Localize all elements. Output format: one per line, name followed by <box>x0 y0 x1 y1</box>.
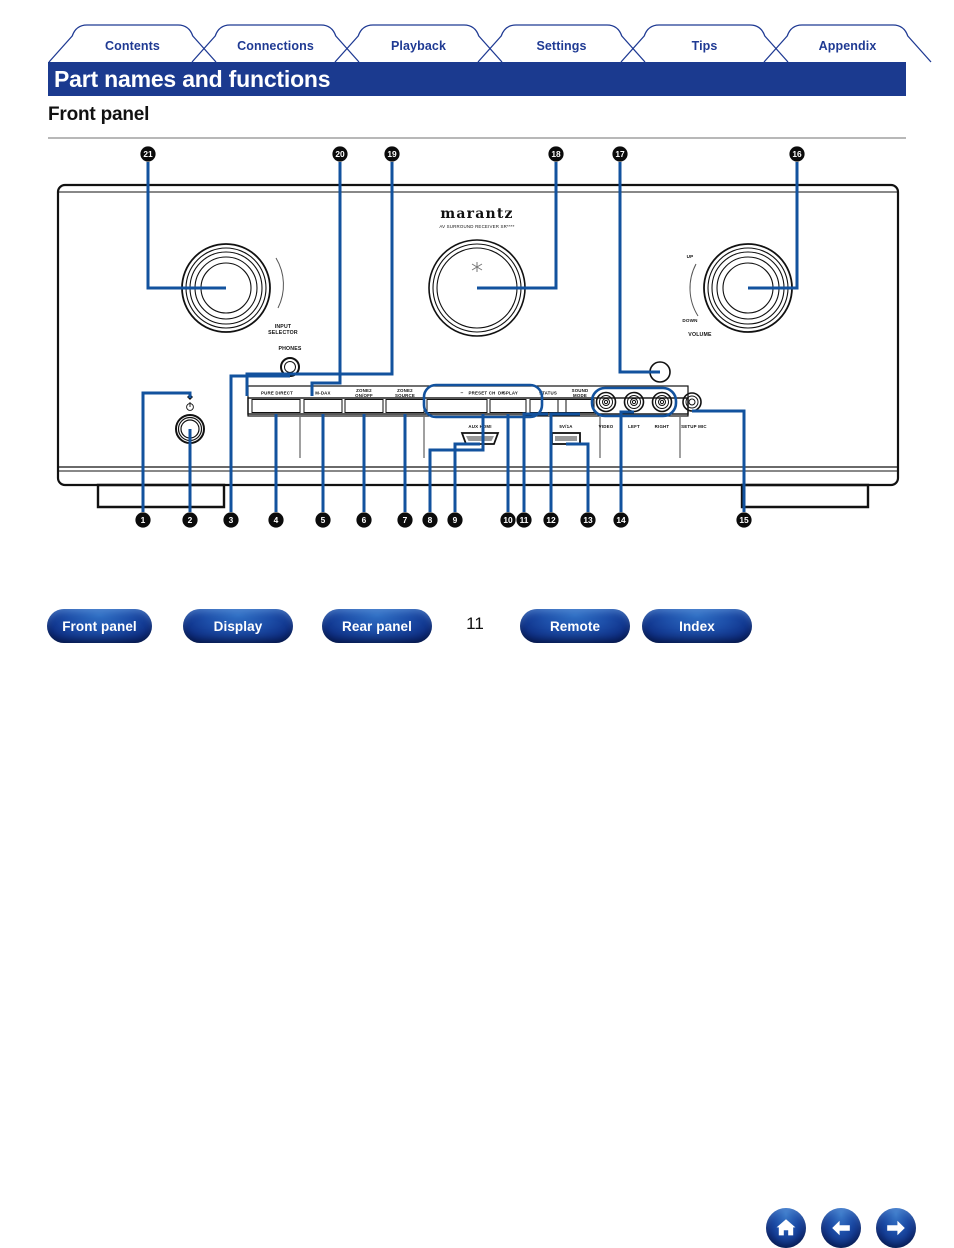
callout-number: 8 <box>428 515 433 525</box>
callout-number: 4 <box>274 515 279 525</box>
nav-button-label: Remote <box>549 618 601 634</box>
video-jack-label: VIDEO <box>599 424 614 429</box>
volume-label: VOLUME <box>688 332 712 338</box>
callout-number: 9 <box>453 515 458 525</box>
callout-number: 1 <box>141 515 146 525</box>
nav-button-remote[interactable]: Remote <box>520 609 630 643</box>
tab-label: Appendix <box>818 39 877 53</box>
model-name-label: AV SURROUND RECEIVER SR**** <box>439 224 514 229</box>
nav-arrow-right-button[interactable] <box>876 1208 916 1248</box>
tab-label: Connections <box>237 39 314 53</box>
callout-bottom-3: 3 <box>223 512 239 528</box>
panel-button-label: MODE <box>573 393 587 398</box>
nav-button-label: Index <box>679 618 715 634</box>
callout-bottom-13: 13 <box>580 512 596 528</box>
callout-bottom-2: 2 <box>182 512 198 528</box>
callout-bottom-4: 4 <box>268 512 284 528</box>
callout-number: 21 <box>143 149 153 159</box>
nav-button-label: Front panel <box>62 618 137 634</box>
callout-number: 11 <box>520 515 529 525</box>
brand-logo: marantz <box>440 206 513 222</box>
callout-number: 7 <box>403 515 408 525</box>
callout-bottom-11: 11 <box>516 512 532 528</box>
volume-down-label: DOWN <box>682 318 698 323</box>
input-selector-label-line2: SELECTOR <box>268 330 298 336</box>
callout-number: 19 <box>387 149 397 159</box>
callout-bottom-1: 1 <box>135 512 151 528</box>
preset-minus-label: − <box>460 391 463 397</box>
callout-top-18: 18 <box>548 146 564 162</box>
usb-port-inner <box>555 436 577 441</box>
panel-button-label: M-DAX <box>315 391 330 396</box>
panel-button-label: SOURCE <box>395 393 415 398</box>
front-panel-diagram: INPUT SELECTOR PHONES marantz AV SURROUND RE… <box>0 140 954 540</box>
callout-bottom-8: 8 <box>422 512 438 528</box>
callout-top-21: 21 <box>140 146 156 162</box>
phones-label: PHONES <box>278 346 301 352</box>
callout-number: 18 <box>551 149 561 159</box>
aux-hdmi-port-inner <box>466 436 494 441</box>
callout-bottom-6: 6 <box>356 512 372 528</box>
callout-number: 3 <box>229 515 234 525</box>
callout-number: 10 <box>503 515 513 525</box>
callout-number: 20 <box>335 149 345 159</box>
callout-bottom-10: 10 <box>500 512 516 528</box>
tab-label: Playback <box>390 39 446 53</box>
volume-up-label: UP <box>687 254 694 259</box>
page-title: Part names and functions <box>54 66 331 92</box>
section-heading: Front panel <box>48 104 150 125</box>
document-tab-bar: Contents Connections Playback Settings Tips A… <box>48 24 932 63</box>
section-divider <box>48 137 906 139</box>
tab-label: Contents <box>105 39 160 53</box>
callout-top-17: 17 <box>612 146 628 162</box>
callout-bottom-5: 5 <box>315 512 331 528</box>
callout-number: 5 <box>321 515 326 525</box>
callout-number: 17 <box>615 149 625 159</box>
callout-bottom-14: 14 <box>613 512 629 528</box>
left-audio-jack-label: LEFT <box>628 424 640 429</box>
preset-ch-label: PRESET CH <box>469 391 496 396</box>
chassis-foot-right <box>740 483 870 509</box>
callout-number: 16 <box>792 149 802 159</box>
callout-number: 2 <box>188 515 193 525</box>
tab-label: Settings <box>536 39 587 53</box>
home-icon <box>776 1219 796 1236</box>
callout-bottom-9: 9 <box>447 512 463 528</box>
right-audio-jack-label: RIGHT <box>655 424 670 429</box>
setup-mic-label: SETUP MIC <box>681 424 707 429</box>
callout-number: 12 <box>546 515 556 525</box>
callout-number: 15 <box>739 515 749 525</box>
callout-bottom-12: 12 <box>543 512 559 528</box>
callout-top-20: 20 <box>332 146 348 162</box>
nav-button-index[interactable]: Index <box>642 609 752 643</box>
callout-number: 13 <box>583 515 593 525</box>
usb-power-label: 5V/1A <box>559 424 573 429</box>
nav-button-label: Rear panel <box>341 618 413 634</box>
chassis-foot-left <box>96 483 226 509</box>
callout-top-16: 16 <box>789 146 805 162</box>
callout-number: 6 <box>362 515 367 525</box>
callout-top-19: 19 <box>384 146 400 162</box>
bottom-navigation-bar: Front panel Display Rear panel Remote Index <box>0 600 954 1248</box>
nav-button-rear-panel[interactable]: Rear panel <box>322 609 432 643</box>
nav-home-button[interactable] <box>766 1208 806 1248</box>
callout-bottom-7: 7 <box>397 512 413 528</box>
tab-appendix[interactable]: Appendix <box>763 24 932 63</box>
nav-button-label: Display <box>213 618 263 634</box>
arrow-right-icon <box>887 1220 905 1236</box>
preset-plus-label: + <box>501 391 504 397</box>
front-panel-illustration: INPUTSELECTORPHONESmarantzAV SURROUND RE… <box>56 146 900 528</box>
arrow-left-icon <box>832 1220 850 1236</box>
nav-button-front-panel[interactable]: Front panel <box>47 609 152 643</box>
nav-arrow-left-button[interactable] <box>821 1208 861 1248</box>
nav-button-display[interactable]: Display <box>183 609 293 643</box>
tab-label: Tips <box>691 39 718 53</box>
callout-number: 14 <box>616 515 626 525</box>
callout-bottom-15: 15 <box>736 512 752 528</box>
panel-button-label: ON/OFF <box>355 393 373 398</box>
page-title-bar: Part names and functions <box>48 62 906 96</box>
panel-button-label: PURE DIRECT <box>261 391 293 396</box>
aux-hdmi-label: AUX HDMI <box>468 424 491 429</box>
